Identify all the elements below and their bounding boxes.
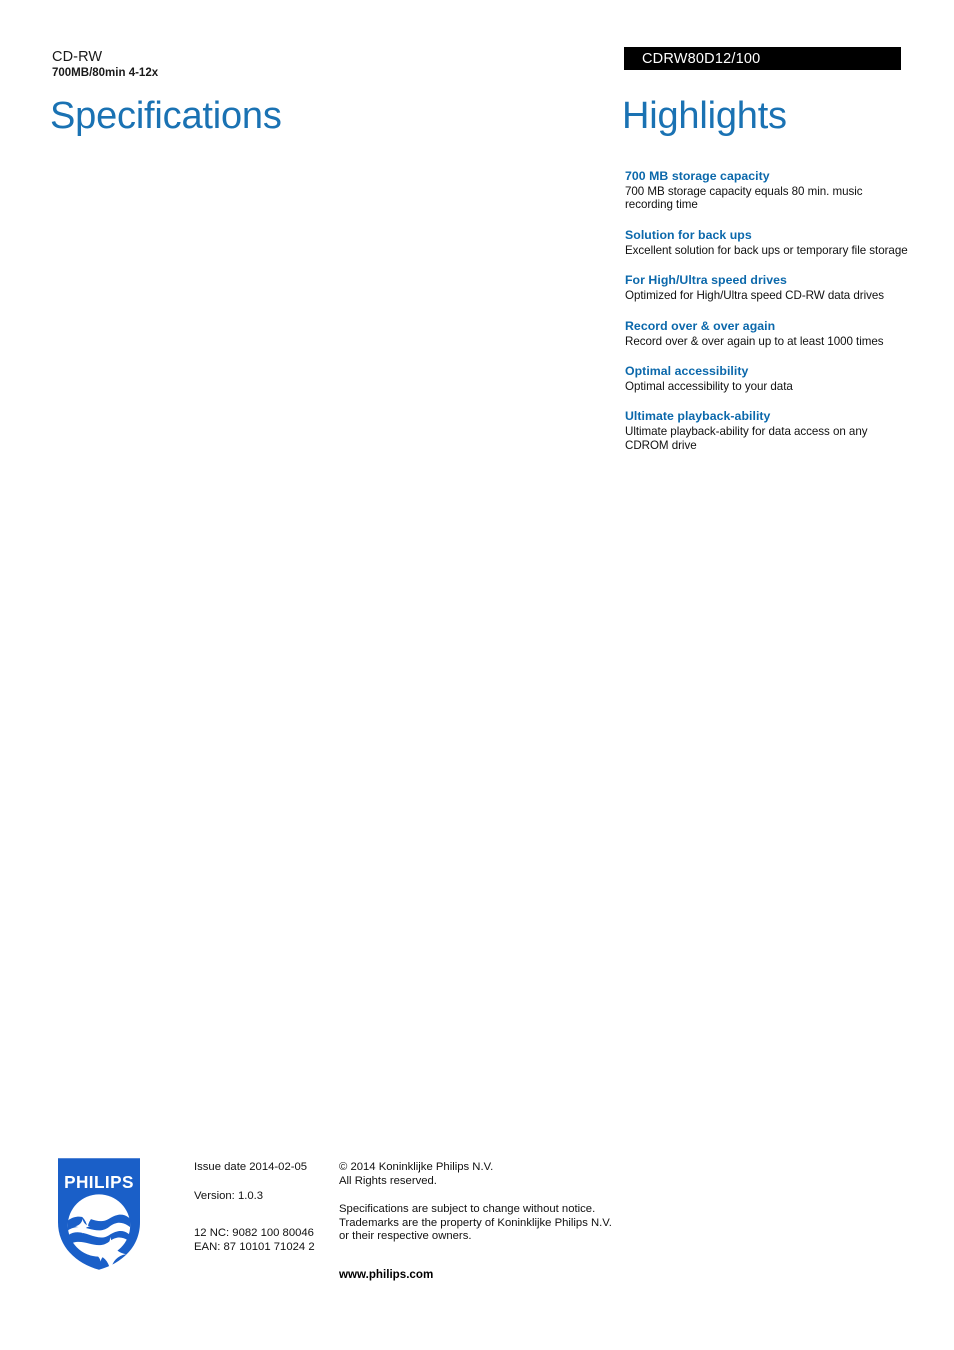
highlight-item: Ultimate playback-ability Ultimate playb… bbox=[625, 409, 910, 452]
copyright-line-2: All Rights reserved. bbox=[339, 1174, 437, 1187]
model-number-banner: CDRW80D12/100 bbox=[624, 47, 901, 70]
highlights-list: 700 MB storage capacity 700 MB storage c… bbox=[625, 169, 910, 452]
highlight-title: For High/Ultra speed drives bbox=[625, 273, 787, 288]
disclaimer-line-1: Specifications are subject to change wit… bbox=[339, 1203, 596, 1216]
copyright-line-1: © 2014 Koninklijke Philips N.V. bbox=[339, 1161, 494, 1173]
highlight-title: 700 MB storage capacity bbox=[625, 169, 770, 183]
highlight-item: 700 MB storage capacity 700 MB storage c… bbox=[625, 169, 910, 212]
highlight-description: Optimized for High/Ultra speed CD-RW dat… bbox=[625, 289, 884, 303]
highlight-title: Optimal accessibility bbox=[625, 364, 749, 379]
specifications-body bbox=[50, 169, 550, 179]
ean-code: EAN: 87 10101 71024 2 bbox=[194, 1240, 315, 1253]
highlight-item: For High/Ultra speed drives Optimized fo… bbox=[625, 273, 910, 302]
disclaimer-line-2: Trademarks are the property of Koninklij… bbox=[339, 1216, 612, 1229]
highlight-item: Record over & over again Record over & o… bbox=[625, 319, 910, 348]
product-header: CD-RW 700MB/80min 4-12x bbox=[52, 49, 472, 80]
highlight-description: 700 MB storage capacity equals 80 min. m… bbox=[625, 185, 863, 212]
highlight-description: Ultimate playback-ability for data acces… bbox=[625, 425, 868, 452]
disclaimer-line-3: or their respective owners. bbox=[339, 1230, 472, 1243]
highlight-description: Excellent solution for back ups or tempo… bbox=[625, 243, 908, 257]
product-name: CD-RW bbox=[52, 49, 103, 65]
model-number-label: CDRW80D12/100 bbox=[642, 51, 761, 67]
philips-website-link[interactable]: www.philips.com bbox=[339, 1268, 669, 1282]
highlight-item: Solution for back ups Excellent solution… bbox=[625, 228, 910, 257]
highlight-title: Record over & over again bbox=[625, 318, 776, 333]
highlight-title: Solution for back ups bbox=[625, 227, 752, 242]
highlights-title: Highlights bbox=[622, 95, 787, 137]
issue-date: Issue date 2014-02-05 bbox=[194, 1161, 308, 1173]
footer-legal-info: © 2014 Koninklijke Philips N.V. All Righ… bbox=[339, 1161, 669, 1282]
highlight-description: Record over & over again up to at least … bbox=[625, 334, 884, 348]
svg-text:PHILIPS: PHILIPS bbox=[64, 1172, 134, 1192]
twelve-nc-code: 12 NC: 9082 100 80046 bbox=[194, 1227, 314, 1240]
document-page: CD-RW 700MB/80min 4-12x CDRW80D12/100 Sp… bbox=[0, 0, 954, 1350]
highlight-description: Optimal accessibility to your data bbox=[625, 380, 793, 394]
highlight-item: Optimal accessibility Optimal accessibil… bbox=[625, 364, 910, 393]
footer-issue-info: Issue date 2014-02-05 Version: 1.0.3 12 … bbox=[194, 1161, 339, 1254]
page-footer: PHILIPS Issue date 2014-02-05 Version: 1… bbox=[0, 1150, 954, 1310]
philips-logo: PHILIPS bbox=[58, 1158, 140, 1272]
highlight-title: Ultimate playback-ability bbox=[625, 409, 771, 424]
specifications-title: Specifications bbox=[50, 95, 282, 137]
philips-shield-icon: PHILIPS bbox=[58, 1158, 140, 1272]
product-subtitle: 700MB/80min 4-12x bbox=[52, 67, 159, 79]
document-version: Version: 1.0.3 bbox=[194, 1189, 264, 1202]
